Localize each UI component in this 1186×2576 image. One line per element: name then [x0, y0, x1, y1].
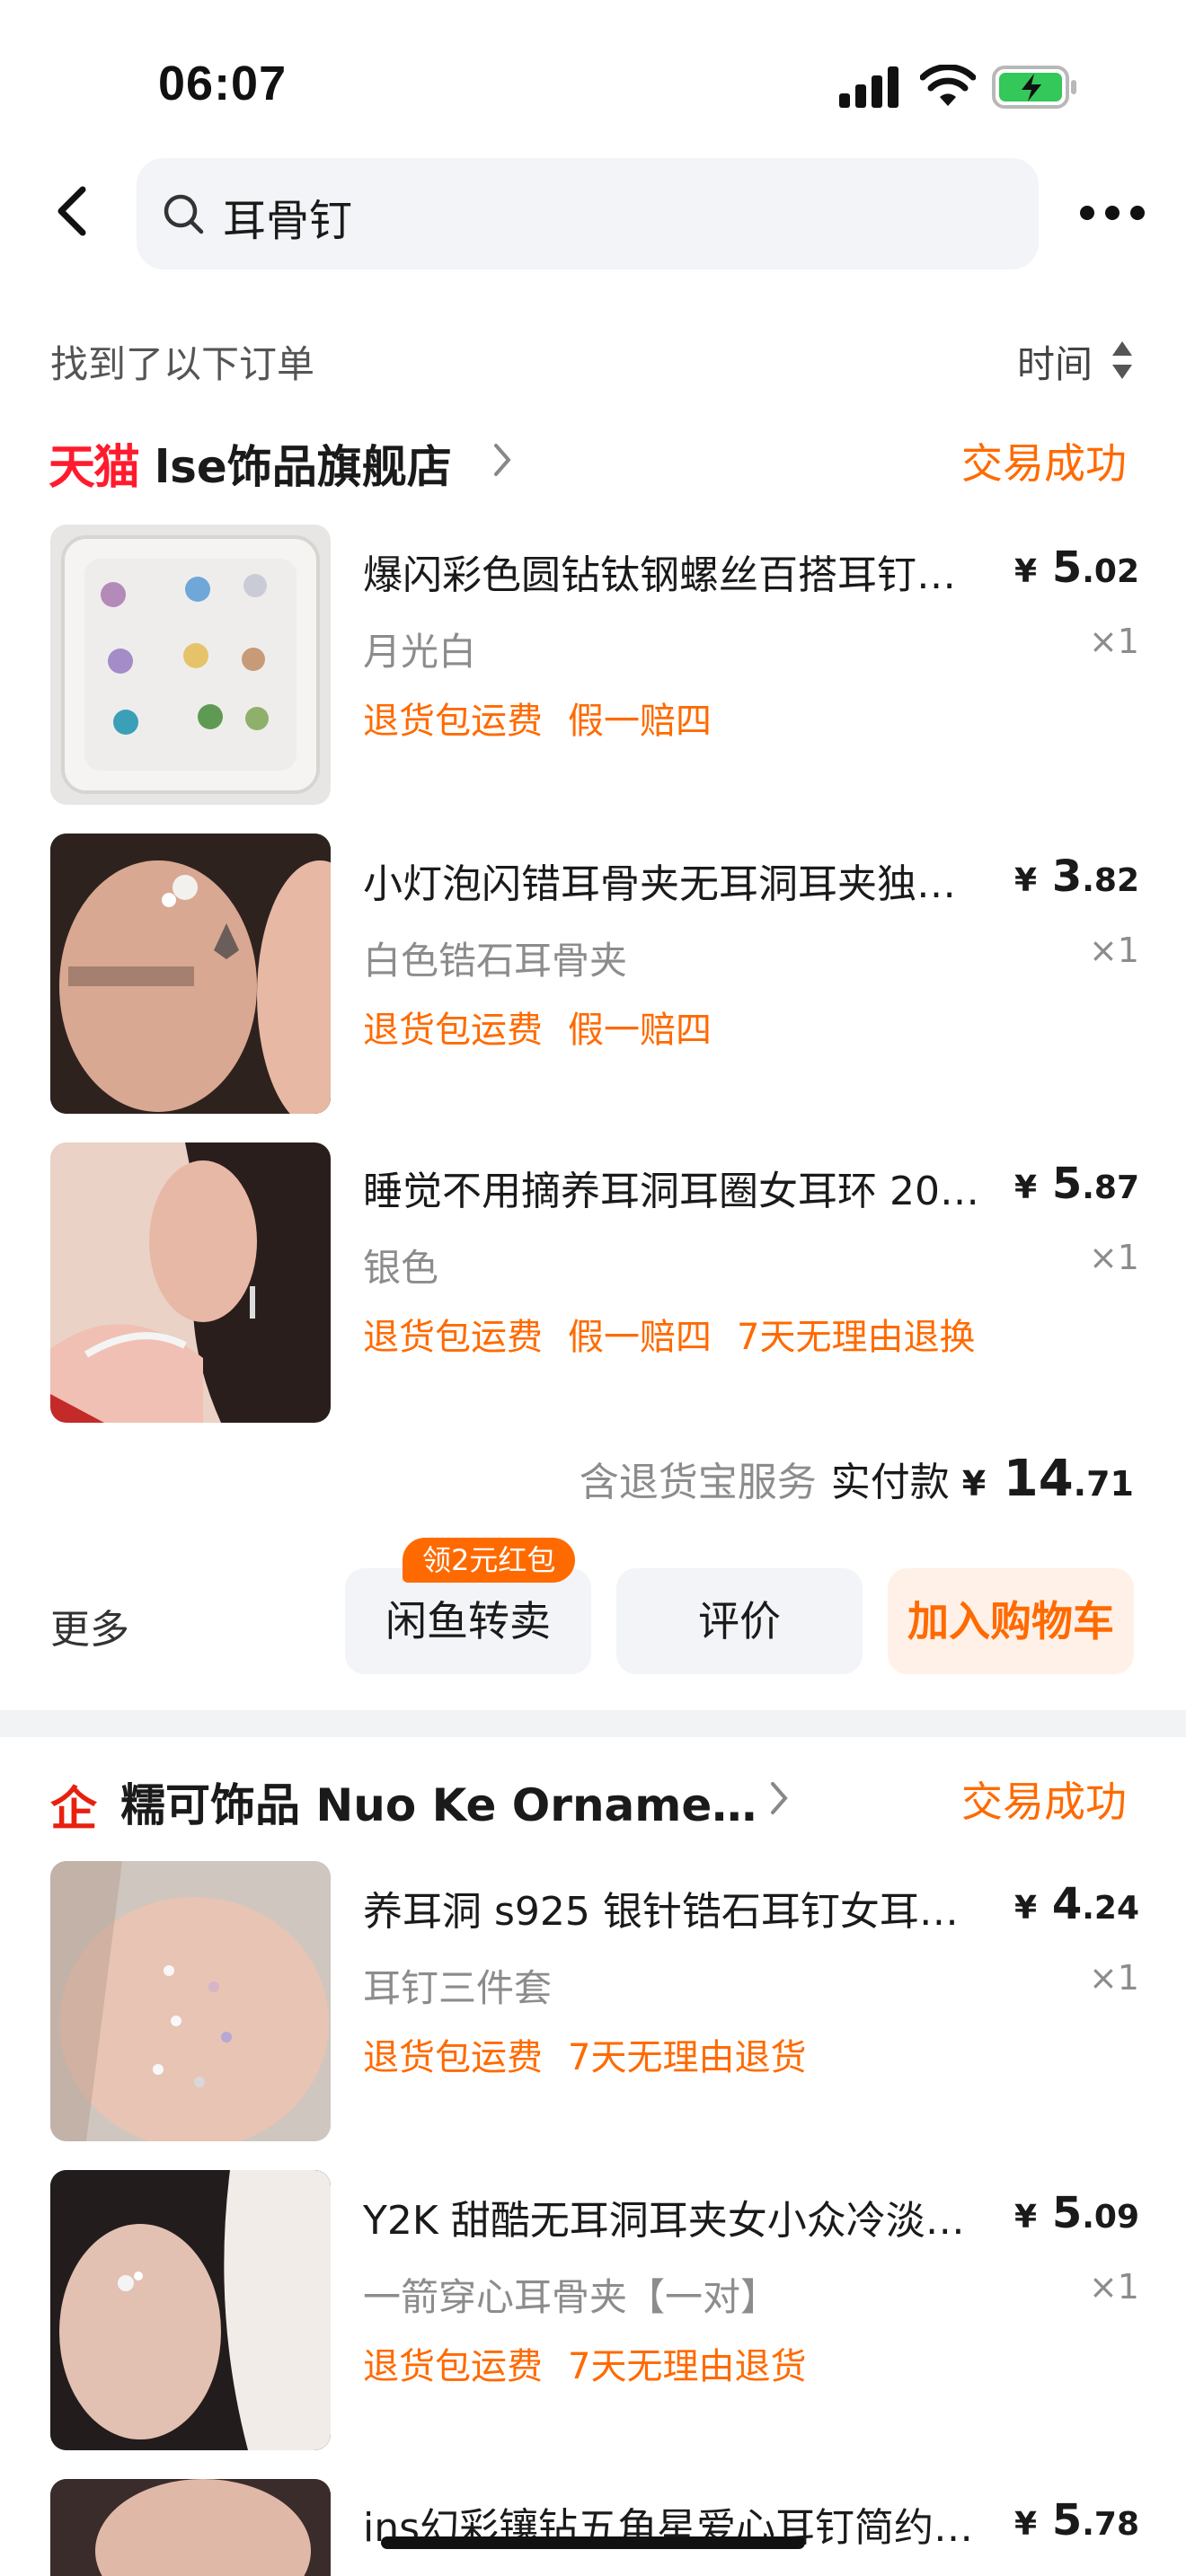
service-tags: 退货包运费 7天无理由退货 [363, 2037, 807, 2078]
product-variant: 一箭穿心耳骨夹【一对】 [363, 2275, 779, 2319]
product-price: ¥ 5.78 [1014, 2495, 1139, 2545]
tmall-logo: 天猫 [49, 441, 140, 495]
order-total: 含退货宝服务 实付款 ¥ 14.71 [579, 1450, 1134, 1508]
product-price: ¥ 4.24 [1014, 1879, 1139, 1929]
product-quantity: ×1 [1088, 2267, 1139, 2307]
product-price: ¥ 5.87 [1014, 1159, 1139, 1209]
order-status: 交易成功 [961, 1778, 1127, 1826]
product-image[interactable] [50, 1861, 331, 2141]
store-name[interactable]: 糯可饰品 Nuo Ke Orname… [120, 1769, 757, 1834]
enterprise-store-icon: 企 [50, 1783, 98, 1837]
home-indicator[interactable] [381, 2536, 805, 2549]
chevron-right-icon[interactable] [492, 442, 512, 478]
more-options-icon[interactable] [1078, 203, 1146, 223]
review-button[interactable]: 评价 [616, 1568, 863, 1674]
search-icon [164, 194, 204, 234]
product-quantity: ×1 [1088, 1238, 1139, 1277]
sort-arrows-icon[interactable] [1111, 340, 1134, 381]
product-variant: 耳钉三件套 [363, 1966, 553, 2010]
results-label: 找到了以下订单 [50, 342, 315, 386]
product-title[interactable]: Y2K 甜酷无耳洞耳夹女小众冷淡… [363, 2188, 983, 2245]
product-title[interactable]: 小灯泡闪错耳骨夹无耳洞耳夹独… [363, 851, 983, 909]
product-image[interactable] [50, 1142, 331, 1423]
signal-icon [839, 66, 898, 108]
coupon-badge: 领2元红包 [403, 1538, 576, 1583]
section-divider [0, 1710, 1186, 1737]
service-tags: 退货包运费 假一赔四 [363, 701, 712, 742]
service-tags: 退货包运费 7天无理由退货 [363, 2346, 807, 2387]
product-quantity: ×1 [1088, 931, 1139, 970]
battery-icon [992, 66, 1076, 109]
sort-time-button[interactable]: 时间 [1017, 334, 1093, 389]
order-status: 交易成功 [961, 439, 1127, 488]
back-arrow-icon[interactable] [47, 184, 101, 238]
product-variant: 白色锆石耳骨夹 [363, 939, 628, 983]
product-image[interactable] [50, 525, 331, 805]
store-name[interactable]: lse饰品旗舰店 [155, 431, 452, 496]
resell-button[interactable]: 闲鱼转卖 [345, 1568, 591, 1674]
product-price: ¥ 5.02 [1014, 543, 1139, 593]
product-variant: 月光白 [363, 630, 477, 674]
paid-amount: ¥ 14.71 [961, 1450, 1134, 1508]
service-tags: 退货包运费 假一赔四 7天无理由退换 [363, 1317, 976, 1358]
wifi-icon [920, 65, 976, 106]
product-title[interactable]: 爆闪彩色圆钻钛钢螺丝百搭耳钉… [363, 543, 983, 600]
return-service-label: 含退货宝服务 [579, 1460, 817, 1505]
product-price: ¥ 5.09 [1014, 2188, 1139, 2238]
product-variant: 银色 [363, 1246, 439, 1290]
product-title[interactable]: 睡觉不用摘养耳洞耳圈女耳环 20… [363, 1159, 983, 1216]
product-image[interactable] [50, 2170, 331, 2450]
product-image[interactable] [50, 2479, 331, 2576]
add-to-cart-button[interactable]: 加入购物车 [888, 1568, 1134, 1674]
service-tags: 退货包运费 假一赔四 [363, 1010, 712, 1051]
search-input[interactable]: 耳骨钉 [223, 185, 352, 248]
product-quantity: ×1 [1088, 622, 1139, 661]
more-link[interactable]: 更多 [50, 1597, 129, 1654]
product-price: ¥ 3.82 [1014, 851, 1139, 902]
chevron-right-icon[interactable] [769, 1780, 789, 1816]
product-image[interactable] [50, 834, 331, 1114]
product-quantity: ×1 [1088, 1958, 1139, 1998]
product-title[interactable]: 养耳洞 s925 银针锆石耳钉女耳环… [363, 1879, 983, 1936]
status-time: 06:07 [158, 57, 288, 110]
